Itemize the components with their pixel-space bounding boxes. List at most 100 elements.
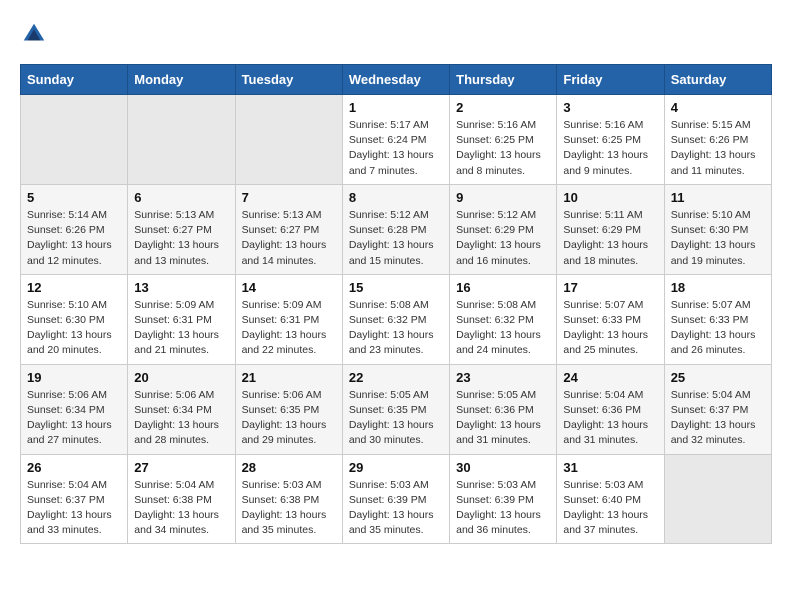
day-info: Sunrise: 5:15 AMSunset: 6:26 PMDaylight:…: [671, 118, 765, 179]
weekday-row: SundayMondayTuesdayWednesdayThursdayFrid…: [21, 65, 772, 95]
weekday-header: Friday: [557, 65, 664, 95]
calendar-week-row: 19 Sunrise: 5:06 AMSunset: 6:34 PMDayligh…: [21, 364, 772, 454]
day-number: 11: [671, 190, 765, 205]
calendar-cell: 17Sunrise: 5:07 AMSunset: 6:33 PMDayligh…: [557, 274, 664, 364]
day-number: 27: [134, 460, 228, 475]
calendar-cell: 22 Sunrise: 5:05 AMSunset: 6:35 PMDayligh…: [342, 364, 449, 454]
day-number: 26: [27, 460, 121, 475]
calendar-cell: 27 Sunrise: 5:04 AMSunset: 6:38 PMDayligh…: [128, 454, 235, 544]
weekday-header: Thursday: [450, 65, 557, 95]
day-info: Sunrise: 5:04 AMSunset: 6:36 PMDaylight:…: [563, 388, 657, 449]
day-info: Sunrise: 5:11 AMSunset: 6:29 PMDaylight:…: [563, 208, 657, 269]
calendar-cell: 8 Sunrise: 5:12 AMSunset: 6:28 PMDaylight…: [342, 184, 449, 274]
day-number: 9: [456, 190, 550, 205]
day-info: Sunrise: 5:04 AMSunset: 6:37 PMDaylight:…: [671, 388, 765, 449]
day-info: Sunrise: 5:06 AMSunset: 6:35 PMDaylight:…: [242, 388, 336, 449]
day-number: 16: [456, 280, 550, 295]
day-number: 20: [134, 370, 228, 385]
calendar-body: 1 Sunrise: 5:17 AMSunset: 6:24 PMDaylight…: [21, 95, 772, 544]
day-info: Sunrise: 5:09 AMSunset: 6:31 PMDaylight:…: [242, 298, 336, 359]
day-number: 23: [456, 370, 550, 385]
day-number: 3: [563, 100, 657, 115]
calendar-cell: 31Sunrise: 5:03 AMSunset: 6:40 PMDayligh…: [557, 454, 664, 544]
calendar-cell: 30 Sunrise: 5:03 AMSunset: 6:39 PMDayligh…: [450, 454, 557, 544]
day-info: Sunrise: 5:03 AMSunset: 6:38 PMDaylight:…: [242, 478, 336, 539]
calendar-cell: 3Sunrise: 5:16 AMSunset: 6:25 PMDaylight…: [557, 95, 664, 185]
calendar-cell: 14 Sunrise: 5:09 AMSunset: 6:31 PMDayligh…: [235, 274, 342, 364]
calendar-cell: 20 Sunrise: 5:06 AMSunset: 6:34 PMDayligh…: [128, 364, 235, 454]
day-number: 24: [563, 370, 657, 385]
day-number: 17: [563, 280, 657, 295]
day-number: 6: [134, 190, 228, 205]
day-info: Sunrise: 5:17 AMSunset: 6:24 PMDaylight:…: [349, 118, 443, 179]
day-number: 10: [563, 190, 657, 205]
weekday-header: Sunday: [21, 65, 128, 95]
calendar-cell: 26 Sunrise: 5:04 AMSunset: 6:37 PMDayligh…: [21, 454, 128, 544]
day-info: Sunrise: 5:12 AMSunset: 6:29 PMDaylight:…: [456, 208, 550, 269]
day-info: Sunrise: 5:06 AMSunset: 6:34 PMDaylight:…: [27, 388, 121, 449]
day-info: Sunrise: 5:08 AMSunset: 6:32 PMDaylight:…: [349, 298, 443, 359]
day-number: 29: [349, 460, 443, 475]
day-number: 7: [242, 190, 336, 205]
calendar-cell: 19 Sunrise: 5:06 AMSunset: 6:34 PMDayligh…: [21, 364, 128, 454]
day-info: Sunrise: 5:13 AMSunset: 6:27 PMDaylight:…: [134, 208, 228, 269]
day-number: 18: [671, 280, 765, 295]
day-info: Sunrise: 5:04 AMSunset: 6:38 PMDaylight:…: [134, 478, 228, 539]
day-number: 4: [671, 100, 765, 115]
day-info: Sunrise: 5:03 AMSunset: 6:39 PMDaylight:…: [456, 478, 550, 539]
calendar-cell: 25 Sunrise: 5:04 AMSunset: 6:37 PMDayligh…: [664, 364, 771, 454]
day-number: 12: [27, 280, 121, 295]
day-number: 22: [349, 370, 443, 385]
day-info: Sunrise: 5:16 AMSunset: 6:25 PMDaylight:…: [456, 118, 550, 179]
calendar-cell: [235, 95, 342, 185]
calendar-cell: 6 Sunrise: 5:13 AMSunset: 6:27 PMDaylight…: [128, 184, 235, 274]
calendar-week-row: 5Sunrise: 5:14 AMSunset: 6:26 PMDaylight…: [21, 184, 772, 274]
day-info: Sunrise: 5:05 AMSunset: 6:35 PMDaylight:…: [349, 388, 443, 449]
day-number: 8: [349, 190, 443, 205]
weekday-header: Wednesday: [342, 65, 449, 95]
day-number: 14: [242, 280, 336, 295]
day-number: 19: [27, 370, 121, 385]
calendar-cell: 12 Sunrise: 5:10 AMSunset: 6:30 PMDayligh…: [21, 274, 128, 364]
day-info: Sunrise: 5:04 AMSunset: 6:37 PMDaylight:…: [27, 478, 121, 539]
calendar-cell: 2Sunrise: 5:16 AMSunset: 6:25 PMDaylight…: [450, 95, 557, 185]
calendar-cell: 23 Sunrise: 5:05 AMSunset: 6:36 PMDayligh…: [450, 364, 557, 454]
day-info: Sunrise: 5:14 AMSunset: 6:26 PMDaylight:…: [27, 208, 121, 269]
day-info: Sunrise: 5:08 AMSunset: 6:32 PMDaylight:…: [456, 298, 550, 359]
calendar-cell: 15 Sunrise: 5:08 AMSunset: 6:32 PMDayligh…: [342, 274, 449, 364]
calendar-cell: 18Sunrise: 5:07 AMSunset: 6:33 PMDayligh…: [664, 274, 771, 364]
day-info: Sunrise: 5:06 AMSunset: 6:34 PMDaylight:…: [134, 388, 228, 449]
calendar-cell: 1 Sunrise: 5:17 AMSunset: 6:24 PMDaylight…: [342, 95, 449, 185]
calendar-cell: 4 Sunrise: 5:15 AMSunset: 6:26 PMDaylight…: [664, 95, 771, 185]
calendar-cell: 9 Sunrise: 5:12 AMSunset: 6:29 PMDaylight…: [450, 184, 557, 274]
day-info: Sunrise: 5:09 AMSunset: 6:31 PMDaylight:…: [134, 298, 228, 359]
calendar-cell: 10 Sunrise: 5:11 AMSunset: 6:29 PMDayligh…: [557, 184, 664, 274]
calendar-cell: [21, 95, 128, 185]
calendar-cell: 5Sunrise: 5:14 AMSunset: 6:26 PMDaylight…: [21, 184, 128, 274]
day-number: 31: [563, 460, 657, 475]
logo-icon: [20, 20, 48, 48]
day-number: 13: [134, 280, 228, 295]
day-number: 15: [349, 280, 443, 295]
day-info: Sunrise: 5:10 AMSunset: 6:30 PMDaylight:…: [27, 298, 121, 359]
day-number: 1: [349, 100, 443, 115]
day-info: Sunrise: 5:12 AMSunset: 6:28 PMDaylight:…: [349, 208, 443, 269]
calendar-cell: 11Sunrise: 5:10 AMSunset: 6:30 PMDayligh…: [664, 184, 771, 274]
page-header: [20, 20, 772, 48]
day-info: Sunrise: 5:13 AMSunset: 6:27 PMDaylight:…: [242, 208, 336, 269]
day-number: 25: [671, 370, 765, 385]
calendar-cell: 24 Sunrise: 5:04 AMSunset: 6:36 PMDayligh…: [557, 364, 664, 454]
calendar-week-row: 26 Sunrise: 5:04 AMSunset: 6:37 PMDayligh…: [21, 454, 772, 544]
day-info: Sunrise: 5:05 AMSunset: 6:36 PMDaylight:…: [456, 388, 550, 449]
calendar-cell: 29 Sunrise: 5:03 AMSunset: 6:39 PMDayligh…: [342, 454, 449, 544]
weekday-header: Tuesday: [235, 65, 342, 95]
day-number: 28: [242, 460, 336, 475]
day-number: 30: [456, 460, 550, 475]
calendar-week-row: 12 Sunrise: 5:10 AMSunset: 6:30 PMDayligh…: [21, 274, 772, 364]
weekday-header: Monday: [128, 65, 235, 95]
calendar-cell: 28 Sunrise: 5:03 AMSunset: 6:38 PMDayligh…: [235, 454, 342, 544]
calendar-week-row: 1 Sunrise: 5:17 AMSunset: 6:24 PMDaylight…: [21, 95, 772, 185]
day-info: Sunrise: 5:03 AMSunset: 6:39 PMDaylight:…: [349, 478, 443, 539]
day-number: 21: [242, 370, 336, 385]
weekday-header: Saturday: [664, 65, 771, 95]
